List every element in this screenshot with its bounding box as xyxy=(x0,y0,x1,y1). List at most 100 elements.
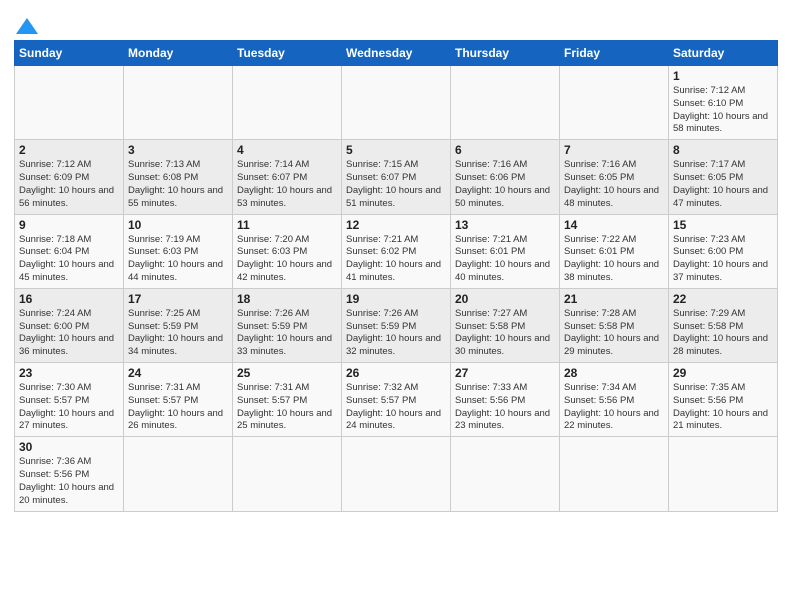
calendar-cell: 12 Sunrise: 7:21 AM Sunset: 6:02 PM Dayli… xyxy=(342,214,451,288)
calendar-cell: 17 Sunrise: 7:25 AM Sunset: 5:59 PM Dayli… xyxy=(124,288,233,362)
calendar-cell xyxy=(669,437,778,511)
logo xyxy=(14,14,38,34)
day-info: Sunrise: 7:18 AM Sunset: 6:04 PM Dayligh… xyxy=(19,234,119,285)
day-info: Sunrise: 7:35 AM Sunset: 5:56 PM Dayligh… xyxy=(673,382,773,433)
day-info: Sunrise: 7:17 AM Sunset: 6:05 PM Dayligh… xyxy=(673,159,773,210)
calendar-cell xyxy=(124,66,233,140)
calendar-cell: 18 Sunrise: 7:26 AM Sunset: 5:59 PM Dayli… xyxy=(233,288,342,362)
day-info: Sunrise: 7:31 AM Sunset: 5:57 PM Dayligh… xyxy=(237,382,337,433)
day-number: 25 xyxy=(237,366,337,380)
day-info: Sunrise: 7:27 AM Sunset: 5:58 PM Dayligh… xyxy=(455,308,555,359)
calendar-cell xyxy=(233,66,342,140)
day-number: 18 xyxy=(237,292,337,306)
day-info: Sunrise: 7:30 AM Sunset: 5:57 PM Dayligh… xyxy=(19,382,119,433)
calendar-cell: 1Sunrise: 7:12 AM Sunset: 6:10 PM Daylig… xyxy=(669,66,778,140)
calendar-cell: 28 Sunrise: 7:34 AM Sunset: 5:56 PM Dayli… xyxy=(560,363,669,437)
day-number: 5 xyxy=(346,143,446,157)
day-number: 27 xyxy=(455,366,555,380)
day-info: Sunrise: 7:13 AM Sunset: 6:08 PM Dayligh… xyxy=(128,159,228,210)
calendar-cell: 5Sunrise: 7:15 AM Sunset: 6:07 PM Daylig… xyxy=(342,140,451,214)
calendar-cell: 30 Sunrise: 7:36 AM Sunset: 5:56 PM Dayli… xyxy=(15,437,124,511)
weekday-header-thursday: Thursday xyxy=(451,41,560,66)
day-number: 26 xyxy=(346,366,446,380)
weekday-header-sunday: Sunday xyxy=(15,41,124,66)
day-number: 1 xyxy=(673,69,773,83)
day-number: 13 xyxy=(455,218,555,232)
day-number: 17 xyxy=(128,292,228,306)
header xyxy=(14,10,778,34)
day-info: Sunrise: 7:12 AM Sunset: 6:09 PM Dayligh… xyxy=(19,159,119,210)
calendar-cell xyxy=(342,66,451,140)
calendar-cell: 7Sunrise: 7:16 AM Sunset: 6:05 PM Daylig… xyxy=(560,140,669,214)
calendar-cell: 15 Sunrise: 7:23 AM Sunset: 6:00 PM Dayli… xyxy=(669,214,778,288)
calendar-cell xyxy=(15,66,124,140)
day-number: 19 xyxy=(346,292,446,306)
calendar-cell xyxy=(451,66,560,140)
calendar-cell: 14 Sunrise: 7:22 AM Sunset: 6:01 PM Dayli… xyxy=(560,214,669,288)
day-number: 14 xyxy=(564,218,664,232)
day-number: 10 xyxy=(128,218,228,232)
day-info: Sunrise: 7:32 AM Sunset: 5:57 PM Dayligh… xyxy=(346,382,446,433)
day-number: 30 xyxy=(19,440,119,454)
day-number: 8 xyxy=(673,143,773,157)
weekday-header-row: SundayMondayTuesdayWednesdayThursdayFrid… xyxy=(15,41,778,66)
day-number: 22 xyxy=(673,292,773,306)
day-number: 7 xyxy=(564,143,664,157)
day-info: Sunrise: 7:28 AM Sunset: 5:58 PM Dayligh… xyxy=(564,308,664,359)
day-info: Sunrise: 7:26 AM Sunset: 5:59 PM Dayligh… xyxy=(237,308,337,359)
calendar-cell: 21 Sunrise: 7:28 AM Sunset: 5:58 PM Dayli… xyxy=(560,288,669,362)
day-number: 21 xyxy=(564,292,664,306)
calendar-cell: 4 Sunrise: 7:14 AM Sunset: 6:07 PM Daylig… xyxy=(233,140,342,214)
day-info: Sunrise: 7:14 AM Sunset: 6:07 PM Dayligh… xyxy=(237,159,337,210)
calendar-cell: 19 Sunrise: 7:26 AM Sunset: 5:59 PM Dayli… xyxy=(342,288,451,362)
day-number: 11 xyxy=(237,218,337,232)
day-info: Sunrise: 7:34 AM Sunset: 5:56 PM Dayligh… xyxy=(564,382,664,433)
day-info: Sunrise: 7:36 AM Sunset: 5:56 PM Dayligh… xyxy=(19,456,119,507)
calendar-cell xyxy=(560,437,669,511)
calendar-cell: 2 Sunrise: 7:12 AM Sunset: 6:09 PM Daylig… xyxy=(15,140,124,214)
day-number: 3 xyxy=(128,143,228,157)
weekday-header-monday: Monday xyxy=(124,41,233,66)
calendar-cell xyxy=(233,437,342,511)
calendar-cell: 23 Sunrise: 7:30 AM Sunset: 5:57 PM Dayli… xyxy=(15,363,124,437)
day-number: 4 xyxy=(237,143,337,157)
logo-triangle-icon xyxy=(16,16,38,34)
day-number: 23 xyxy=(19,366,119,380)
day-number: 24 xyxy=(128,366,228,380)
day-number: 29 xyxy=(673,366,773,380)
weekday-header-tuesday: Tuesday xyxy=(233,41,342,66)
day-number: 9 xyxy=(19,218,119,232)
day-info: Sunrise: 7:22 AM Sunset: 6:01 PM Dayligh… xyxy=(564,234,664,285)
day-number: 28 xyxy=(564,366,664,380)
day-number: 15 xyxy=(673,218,773,232)
day-number: 12 xyxy=(346,218,446,232)
day-info: Sunrise: 7:21 AM Sunset: 6:01 PM Dayligh… xyxy=(455,234,555,285)
day-info: Sunrise: 7:16 AM Sunset: 6:06 PM Dayligh… xyxy=(455,159,555,210)
calendar-week-3: 9 Sunrise: 7:18 AM Sunset: 6:04 PM Daylig… xyxy=(15,214,778,288)
day-info: Sunrise: 7:25 AM Sunset: 5:59 PM Dayligh… xyxy=(128,308,228,359)
weekday-header-saturday: Saturday xyxy=(669,41,778,66)
day-info: Sunrise: 7:26 AM Sunset: 5:59 PM Dayligh… xyxy=(346,308,446,359)
calendar-cell: 8 Sunrise: 7:17 AM Sunset: 6:05 PM Daylig… xyxy=(669,140,778,214)
calendar-week-4: 16Sunrise: 7:24 AM Sunset: 6:00 PM Dayli… xyxy=(15,288,778,362)
day-info: Sunrise: 7:23 AM Sunset: 6:00 PM Dayligh… xyxy=(673,234,773,285)
day-number: 2 xyxy=(19,143,119,157)
calendar-cell xyxy=(342,437,451,511)
day-info: Sunrise: 7:33 AM Sunset: 5:56 PM Dayligh… xyxy=(455,382,555,433)
calendar-cell: 6Sunrise: 7:16 AM Sunset: 6:06 PM Daylig… xyxy=(451,140,560,214)
day-info: Sunrise: 7:24 AM Sunset: 6:00 PM Dayligh… xyxy=(19,308,119,359)
calendar-page: SundayMondayTuesdayWednesdayThursdayFrid… xyxy=(0,0,792,522)
calendar-table: SundayMondayTuesdayWednesdayThursdayFrid… xyxy=(14,40,778,512)
weekday-header-wednesday: Wednesday xyxy=(342,41,451,66)
day-info: Sunrise: 7:19 AM Sunset: 6:03 PM Dayligh… xyxy=(128,234,228,285)
calendar-cell: 9 Sunrise: 7:18 AM Sunset: 6:04 PM Daylig… xyxy=(15,214,124,288)
calendar-cell: 11Sunrise: 7:20 AM Sunset: 6:03 PM Dayli… xyxy=(233,214,342,288)
calendar-week-1: 1Sunrise: 7:12 AM Sunset: 6:10 PM Daylig… xyxy=(15,66,778,140)
calendar-cell: 26 Sunrise: 7:32 AM Sunset: 5:57 PM Dayli… xyxy=(342,363,451,437)
calendar-cell xyxy=(124,437,233,511)
day-info: Sunrise: 7:29 AM Sunset: 5:58 PM Dayligh… xyxy=(673,308,773,359)
calendar-cell xyxy=(560,66,669,140)
calendar-cell: 27 Sunrise: 7:33 AM Sunset: 5:56 PM Dayli… xyxy=(451,363,560,437)
day-info: Sunrise: 7:21 AM Sunset: 6:02 PM Dayligh… xyxy=(346,234,446,285)
calendar-week-2: 2 Sunrise: 7:12 AM Sunset: 6:09 PM Daylig… xyxy=(15,140,778,214)
